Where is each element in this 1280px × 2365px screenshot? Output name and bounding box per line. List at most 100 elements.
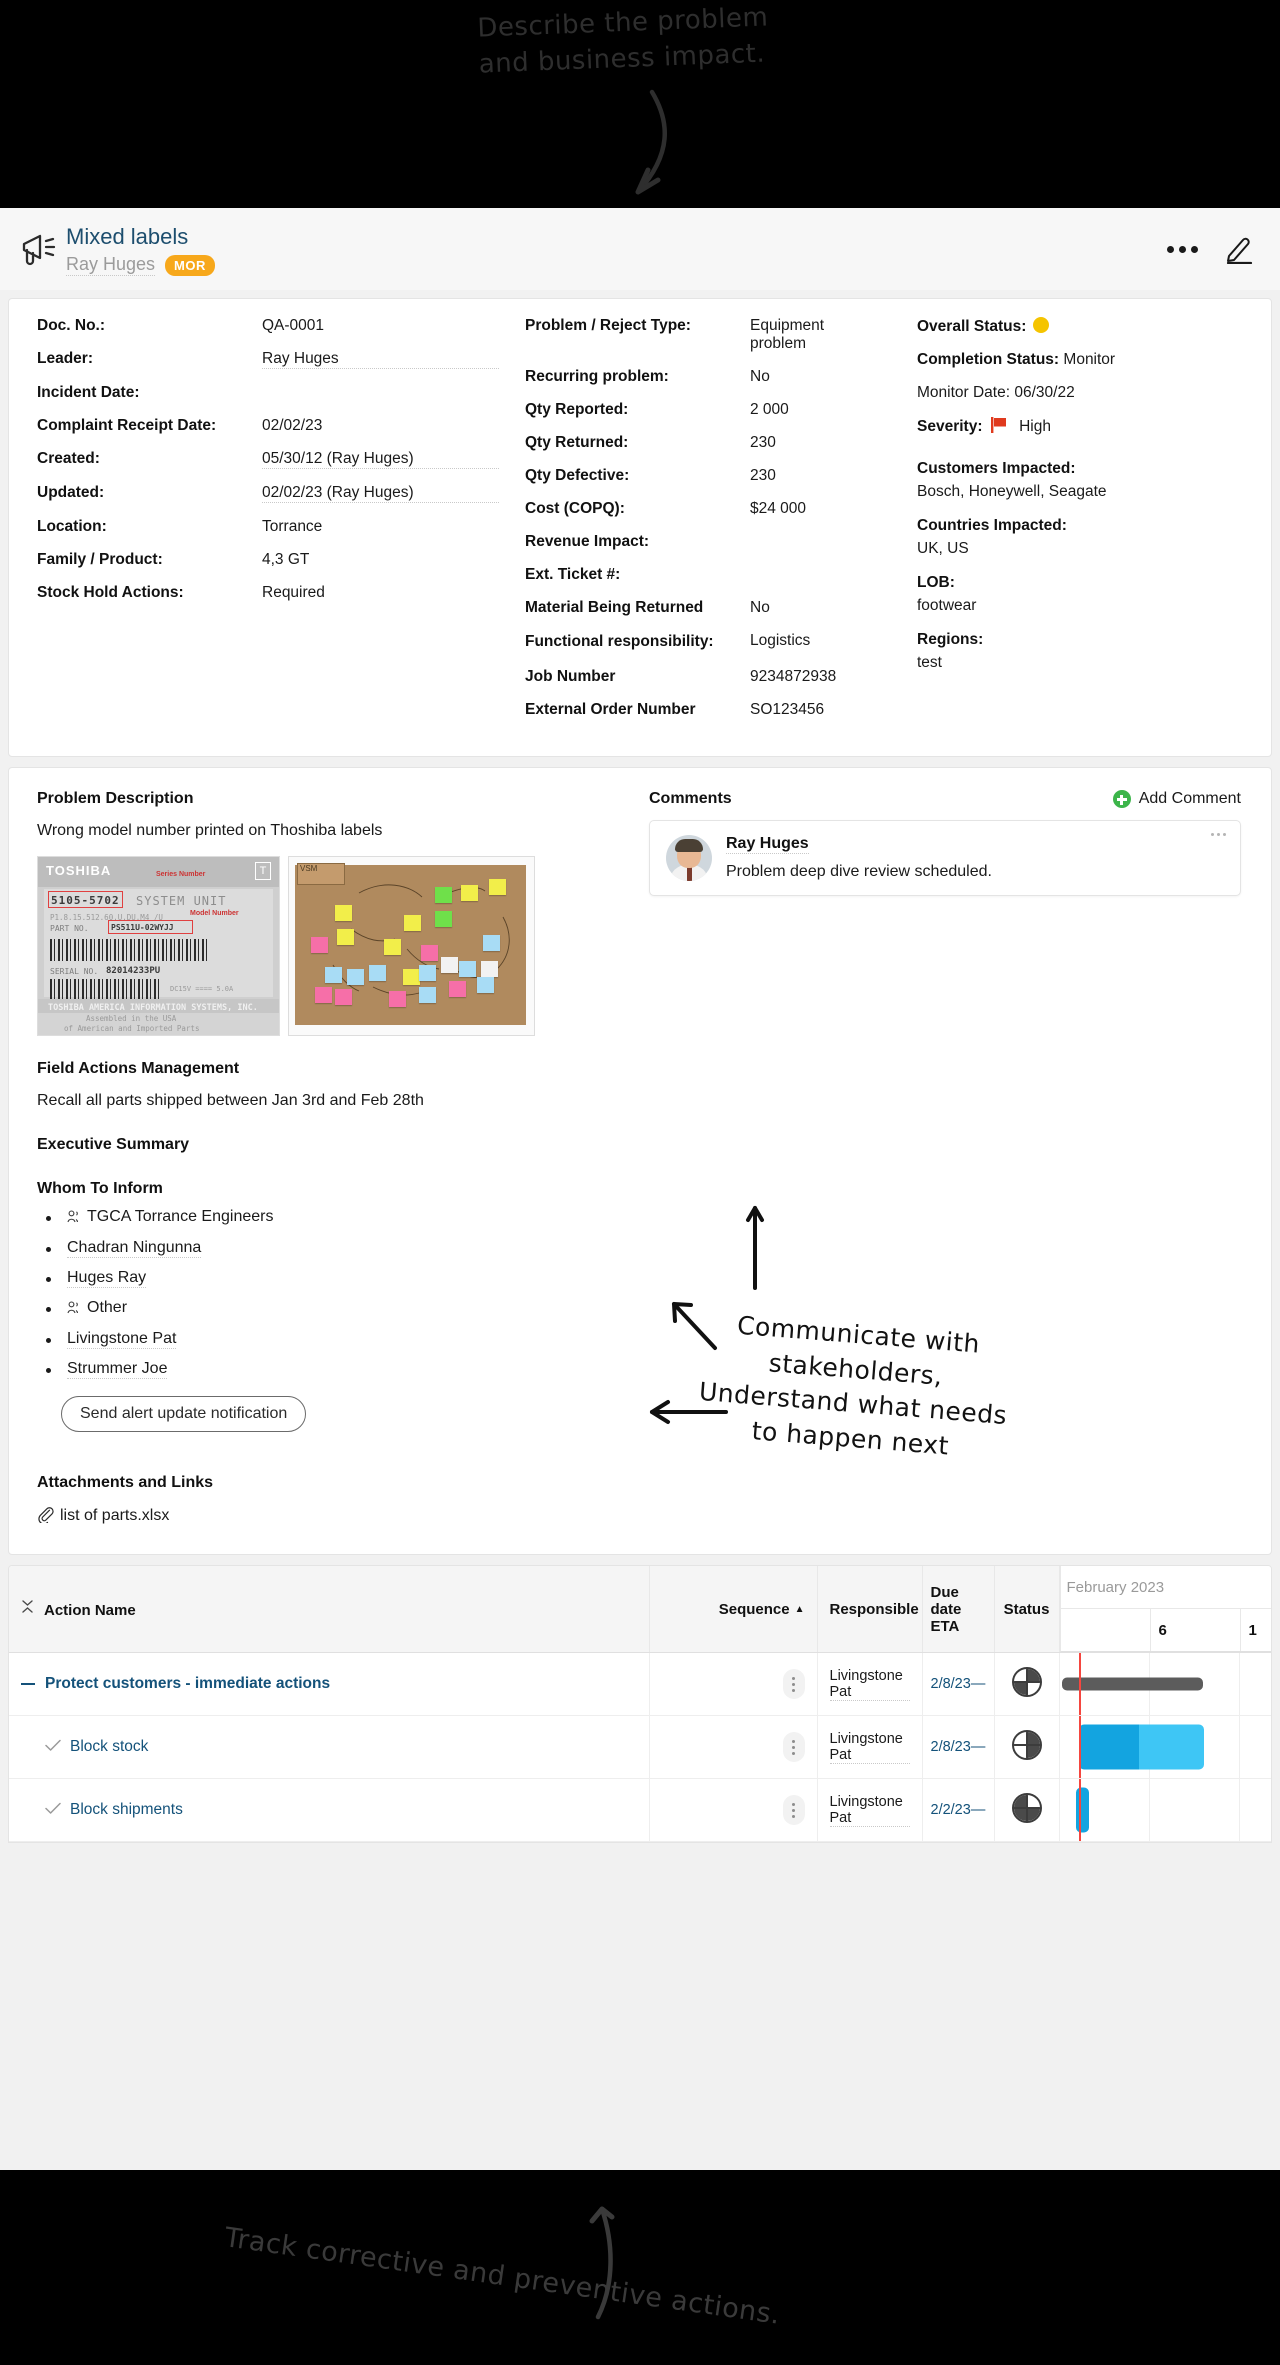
label-trademark: T xyxy=(255,862,271,881)
table-header-row: Action Name Sequence ▲ Responsible Due da… xyxy=(9,1566,1271,1654)
status-badge: MOR xyxy=(165,254,215,276)
field-value[interactable]: Ray Huges xyxy=(262,350,499,370)
cell-action-name[interactable]: Protect customers - immediate actions xyxy=(9,1652,650,1717)
gantt-timeline-header: February 2023 6 1 xyxy=(1059,1566,1271,1653)
column-header-sequence[interactable]: Sequence ▲ xyxy=(649,1566,818,1654)
gantt-today-marker xyxy=(1078,1653,1081,1716)
field-problem-reject-type: Problem / Reject Type: Equipment problem xyxy=(525,317,899,353)
table-row[interactable]: Block shipments Livingstone Pat 2/2/23— xyxy=(9,1778,1271,1843)
gantt-bar-summary[interactable] xyxy=(1061,1677,1203,1691)
field-actions-text: Recall all parts shipped between Jan 3rd… xyxy=(37,1092,424,1110)
field-revenue-impact: Revenue Impact: xyxy=(525,533,899,551)
status-dot-icon xyxy=(1032,317,1049,334)
list-item[interactable]: Strummer Joe xyxy=(37,1360,631,1380)
gantt-day-tick: 6 xyxy=(1151,1609,1241,1652)
gantt-bar-progress[interactable] xyxy=(1078,1724,1139,1770)
list-item[interactable]: Livingstone Pat xyxy=(37,1330,631,1350)
cell-timeline xyxy=(1059,1778,1271,1843)
row-menu-icon[interactable] xyxy=(782,1669,805,1700)
field-material-being-returned: Material Being Returned No xyxy=(525,599,899,617)
column-header-due-date[interactable]: Due date ETA xyxy=(922,1566,995,1654)
details-card: Doc. No.: QA-0001 Leader: Ray Huges Inci… xyxy=(8,298,1272,758)
field-label: Completion Status: xyxy=(917,351,1060,369)
label-assembled-1: Assembled in the USA xyxy=(86,1014,177,1024)
row-menu-icon[interactable] xyxy=(782,1795,805,1826)
list-item-label: Livingstone Pat xyxy=(67,1330,177,1350)
field-label: Family / Product: xyxy=(37,551,163,569)
list-item[interactable]: Huges Ray xyxy=(37,1269,631,1289)
toshiba-label-photo[interactable]: TOSHIBA T Series Number 5105-5702 SYSTEM… xyxy=(37,856,280,1037)
field-value[interactable]: 05/30/12 (Ray Huges) xyxy=(262,450,499,470)
cell-action-name[interactable]: Block stock xyxy=(9,1715,650,1780)
field-stock-hold-actions: Stock Hold Actions: Required xyxy=(37,584,499,602)
field-value: $24 000 xyxy=(750,500,807,518)
cell-timeline xyxy=(1059,1652,1271,1717)
label-company: TOSHIBA AMERICA INFORMATION SYSTEMS, INC… xyxy=(48,1003,258,1014)
row-responsible: Livingstone Pat xyxy=(829,1794,910,1827)
field-value: Required xyxy=(262,584,325,602)
label-model-value: PS511U-02WYJJ xyxy=(111,923,174,933)
column-header-action-name[interactable]: Action Name xyxy=(9,1566,650,1654)
cell-sequence xyxy=(649,1778,818,1843)
list-item[interactable]: Chadran Ningunna xyxy=(37,1239,631,1259)
status-pie-icon xyxy=(1011,1667,1042,1698)
attachment-name: list of parts.xlsx xyxy=(60,1507,170,1525)
field-value: Bosch, Honeywell, Seagate xyxy=(917,483,1107,501)
actions-gantt-card: Action Name Sequence ▲ Responsible Due da… xyxy=(8,1565,1272,1844)
list-item-label: Huges Ray xyxy=(67,1269,147,1289)
field-incident-date: Incident Date: xyxy=(37,384,499,402)
collapse-group-icon[interactable] xyxy=(21,1683,35,1686)
comments-header: Comments Add Comment xyxy=(649,790,1241,809)
problem-description-text: Wrong model number printed on Thoshiba l… xyxy=(37,822,383,840)
column-header-status[interactable]: Status xyxy=(994,1566,1060,1654)
field-value: High xyxy=(1019,418,1051,436)
attachment-item[interactable]: list of parts.xlsx xyxy=(37,1506,631,1528)
megaphone-icon xyxy=(18,228,62,272)
cell-responsible[interactable]: Livingstone Pat xyxy=(817,1715,923,1780)
add-comment-button[interactable]: Add Comment xyxy=(1112,790,1241,809)
whom-to-inform-heading: Whom To Inform xyxy=(37,1180,163,1198)
label-brand: TOSHIBA xyxy=(46,863,112,879)
cell-due-date[interactable]: 2/2/23— xyxy=(922,1778,995,1843)
cell-status[interactable] xyxy=(994,1652,1060,1717)
comment-more-options-icon[interactable] xyxy=(1211,833,1226,837)
gantt-today-marker xyxy=(1078,1779,1081,1842)
column-header-responsible[interactable]: Responsible xyxy=(817,1566,923,1654)
cell-status[interactable] xyxy=(994,1778,1060,1843)
cell-responsible[interactable]: Livingstone Pat xyxy=(817,1778,923,1843)
label-assembled-2: of American and Imported Parts xyxy=(64,1024,200,1034)
field-label: Regions: xyxy=(917,631,984,649)
label-power: DC15V ==== 5.0A xyxy=(170,985,234,994)
field-label: Severity: xyxy=(917,418,983,436)
cell-status[interactable] xyxy=(994,1715,1060,1780)
field-value: QA-0001 xyxy=(262,317,325,335)
row-due: 2/2/23 xyxy=(930,1802,971,1819)
table-row[interactable]: Block stock Livingstone Pat 2/8/23— xyxy=(9,1715,1271,1780)
cell-sequence xyxy=(649,1715,818,1780)
table-row[interactable]: Protect customers - immediate actions Li… xyxy=(9,1652,1271,1717)
field-label: Revenue Impact: xyxy=(525,533,650,551)
field-family-product: Family / Product: 4,3 GT xyxy=(37,551,499,569)
annotation-middle: Communicate with stakeholders, Understan… xyxy=(698,1310,1009,1461)
cell-due-date[interactable]: 2/8/23— xyxy=(922,1715,995,1780)
field-value: Logistics xyxy=(750,632,811,650)
list-item[interactable]: Other xyxy=(37,1299,631,1319)
gantt-bar-remaining[interactable] xyxy=(1138,1724,1204,1770)
more-options-icon[interactable] xyxy=(1167,245,1198,253)
collapse-all-icon[interactable] xyxy=(21,1599,34,1618)
field-value: Torrance xyxy=(262,518,323,536)
row-menu-icon[interactable] xyxy=(782,1732,805,1763)
record-header-text: Mixed labels Ray Huges MOR xyxy=(62,224,1167,277)
field-label: Doc. No.: xyxy=(37,317,106,335)
list-item[interactable]: TGCA Torrance Engineers xyxy=(37,1208,631,1228)
cell-sequence xyxy=(649,1652,818,1717)
gantt-bar-progress[interactable] xyxy=(1075,1787,1089,1833)
cell-due-date[interactable]: 2/8/23— xyxy=(922,1652,995,1717)
cell-action-name[interactable]: Block shipments xyxy=(9,1778,650,1843)
cell-responsible[interactable]: Livingstone Pat xyxy=(817,1652,923,1717)
sticky-notes-vsm-photo[interactable]: VSM xyxy=(288,856,535,1037)
pencil-edit-icon[interactable] xyxy=(1224,234,1254,265)
whom-to-inform-list: TGCA Torrance Engineers Chadran Ningunna… xyxy=(37,1208,631,1380)
send-alert-update-notification-button[interactable]: Send alert update notification xyxy=(61,1396,307,1433)
field-value[interactable]: 02/02/23 (Ray Huges) xyxy=(262,484,499,504)
